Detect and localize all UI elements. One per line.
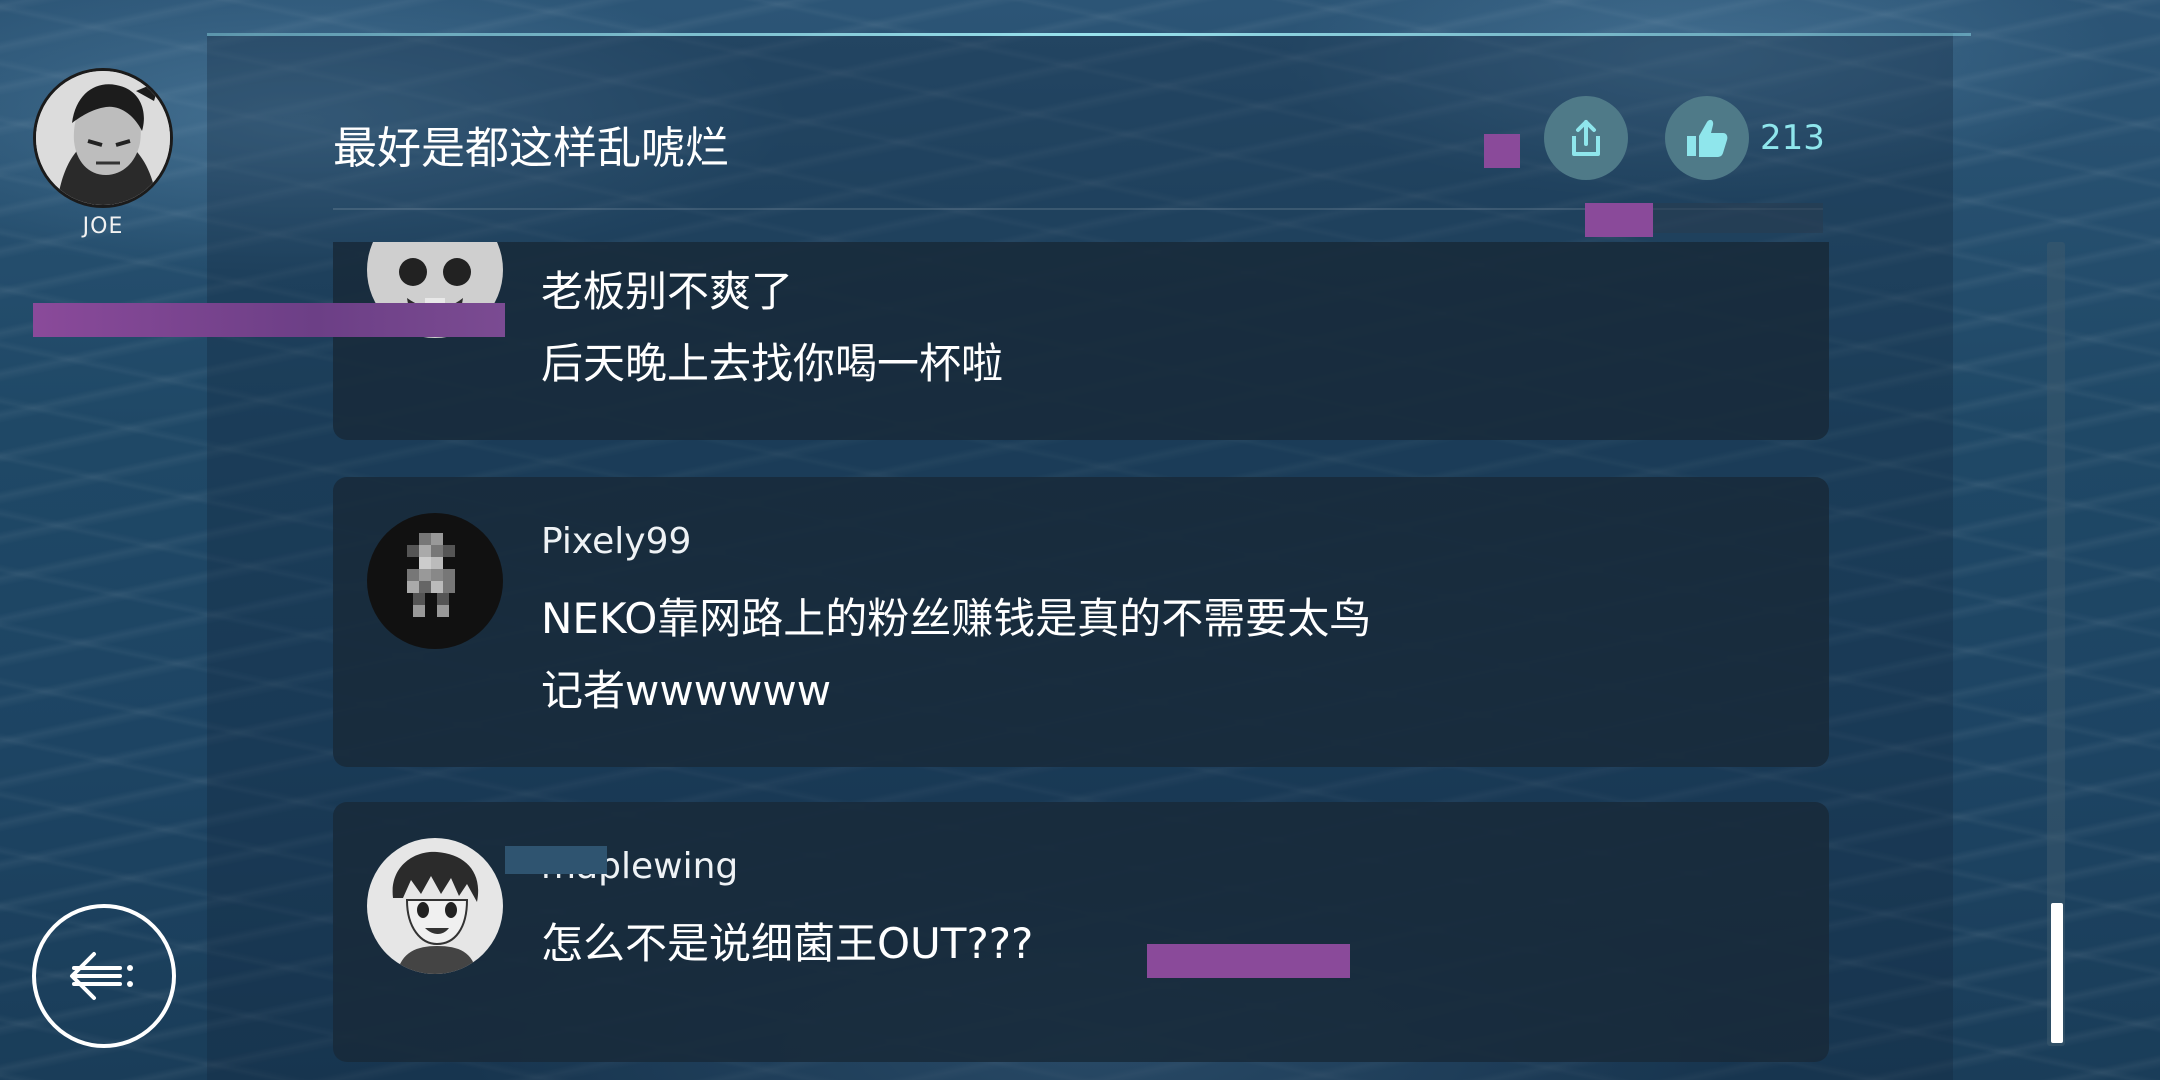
player-avatar[interactable] xyxy=(33,68,173,208)
panel-top-border xyxy=(207,33,1971,36)
thumbs-up-icon xyxy=(1687,119,1728,157)
commenter-avatar[interactable] xyxy=(367,513,503,649)
comment-text-line: NEKO靠网路上的粉丝赚钱是真的不需要太鸟 xyxy=(541,594,1372,643)
comment-text-line: 记者wwwwww xyxy=(541,666,832,715)
glitch-strip xyxy=(1147,944,1350,978)
commenter-avatar[interactable] xyxy=(367,838,503,974)
share-icon xyxy=(1572,120,1600,156)
player-name: JOE xyxy=(82,214,124,239)
back-arrow-icon xyxy=(70,952,133,1000)
comment-card: maplewing 怎么不是说细菌王OUT??? xyxy=(333,802,1829,1062)
glitch-strip xyxy=(505,846,607,874)
player-portrait-image xyxy=(36,71,170,205)
comment-card: 老板别不爽了 后天晚上去找你喝一杯啦 xyxy=(333,242,1829,440)
comment-text-line: 老板别不爽了 xyxy=(541,267,794,316)
comment-text-line: 怎么不是说细菌王OUT??? xyxy=(541,919,1034,968)
like-button[interactable] xyxy=(1665,96,1749,180)
share-button[interactable] xyxy=(1544,96,1628,180)
glitch-strip xyxy=(33,303,505,337)
glitch-strip xyxy=(1585,203,1653,237)
back-button[interactable] xyxy=(32,904,176,1048)
glitch-strip xyxy=(1653,203,1823,233)
glitch-strip xyxy=(1484,134,1520,168)
comment-list[interactable]: 老板别不爽了 后天晚上去找你喝一杯啦 Pixely99 NEKO靠网路上的粉丝赚… xyxy=(333,242,1829,1080)
comment-card: Pixely99 NEKO靠网路上的粉丝赚钱是真的不需要太鸟 记者wwwwww xyxy=(333,477,1829,767)
scrollbar-thumb[interactable] xyxy=(2051,903,2063,1043)
comment-text-line: 后天晚上去找你喝一杯啦 xyxy=(541,339,1004,388)
post-title: 最好是都这样乱唬烂 xyxy=(333,123,729,174)
comment-username: Pixely99 xyxy=(541,521,692,562)
like-count: 213 xyxy=(1760,118,1825,158)
